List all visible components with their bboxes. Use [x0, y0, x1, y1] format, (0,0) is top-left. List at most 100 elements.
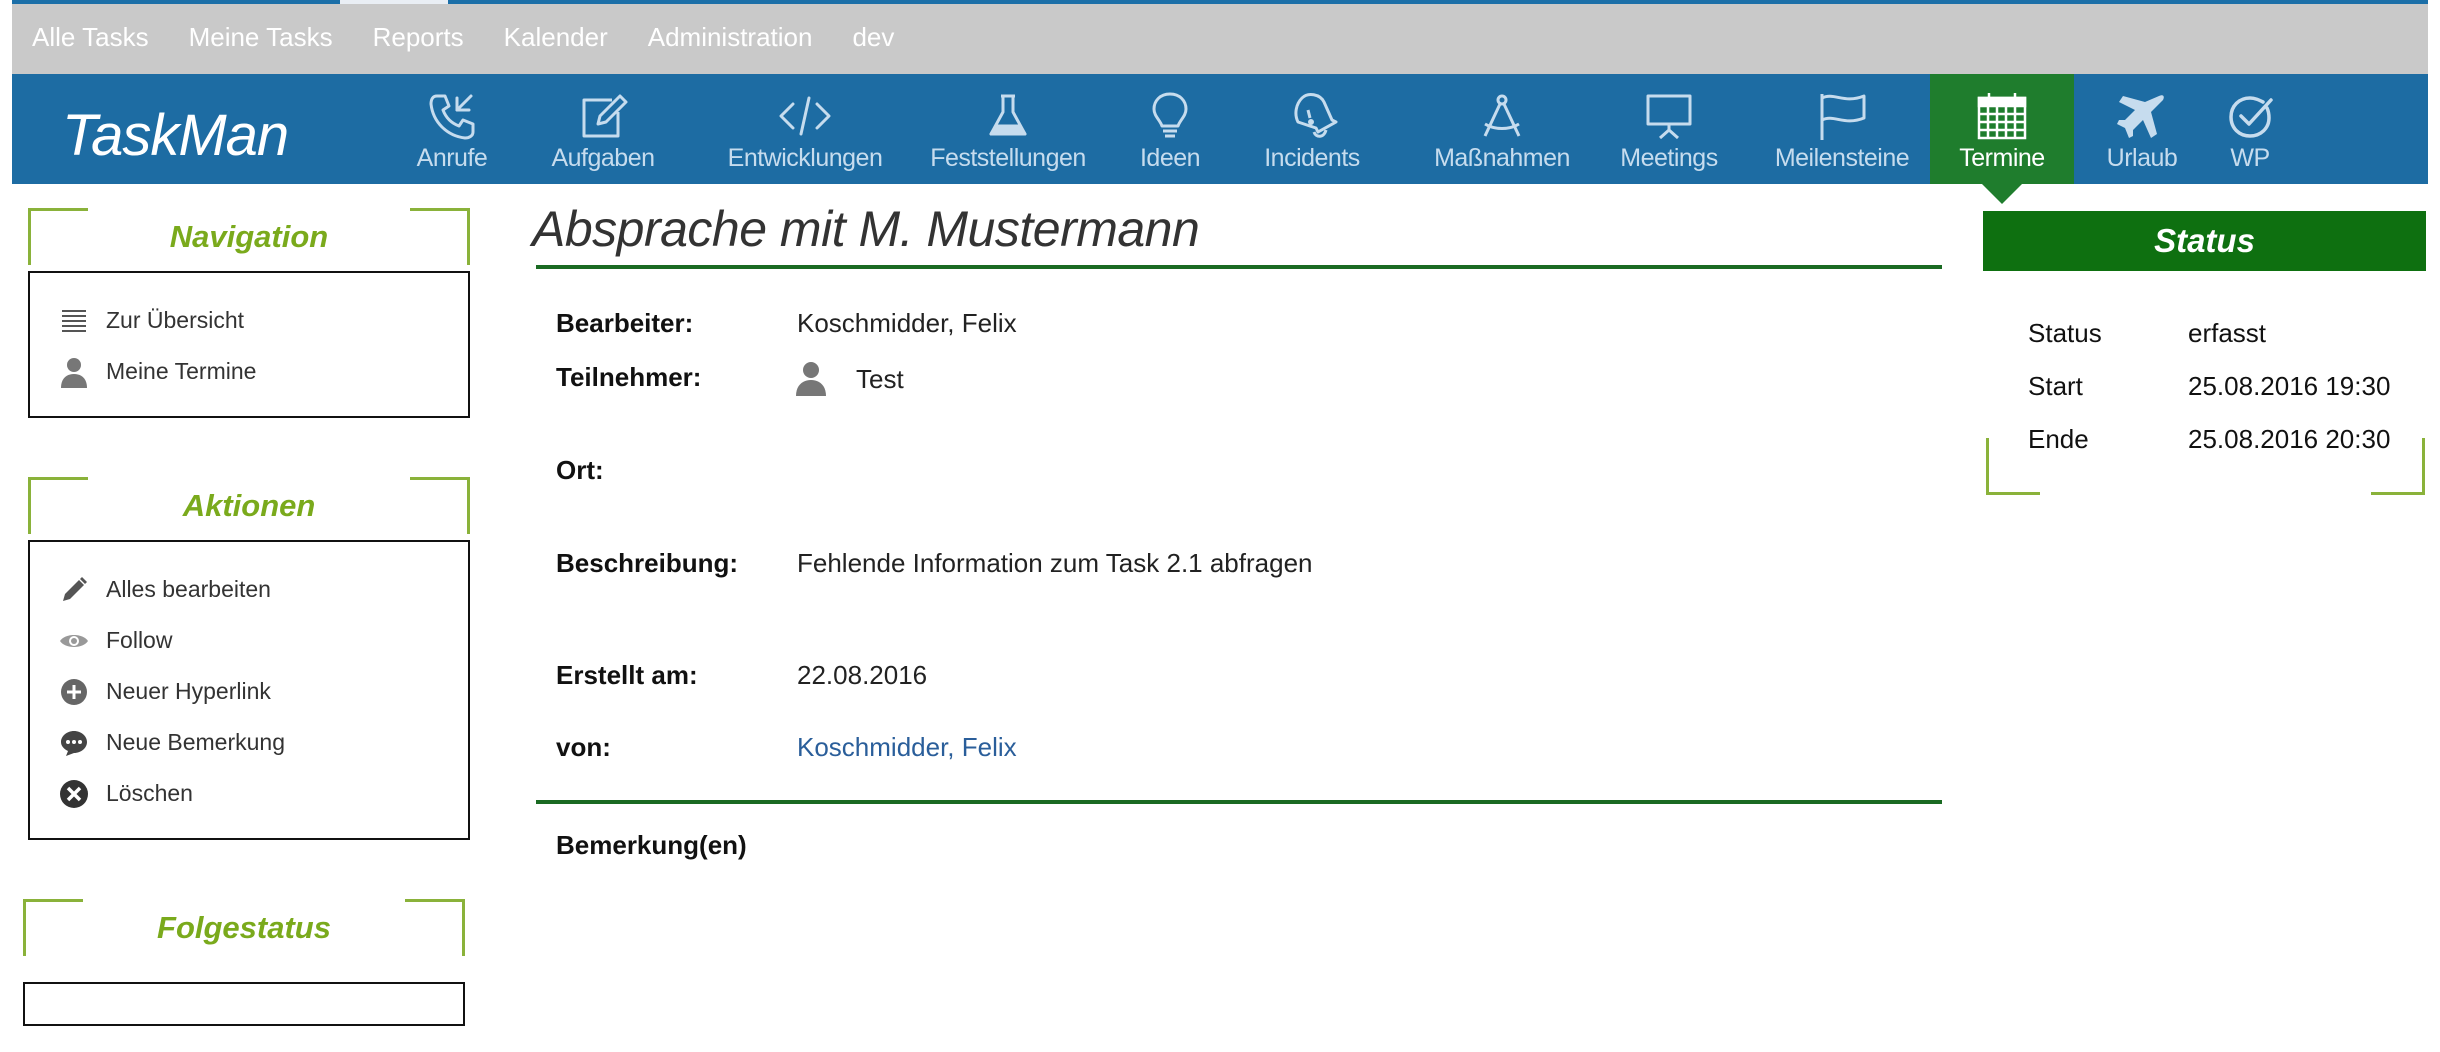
list-icon — [56, 303, 92, 339]
header-item-urlaub[interactable]: Urlaub — [2092, 74, 2192, 184]
header-label-anrufe: Anrufe — [416, 144, 488, 172]
actions-section-header: Aktionen — [28, 477, 470, 534]
label-ort: Ort: — [556, 455, 604, 485]
phone-icon — [425, 90, 479, 142]
top-accent-highlight — [340, 0, 448, 4]
navigation-title: Navigation — [169, 219, 329, 254]
bell-icon — [1284, 90, 1340, 142]
header-item-wp[interactable]: WP — [2210, 74, 2290, 184]
value-beschreibung: Fehlende Information zum Task 2.1 abfrag… — [797, 548, 1313, 578]
top-nav-dev[interactable]: dev — [852, 22, 894, 53]
followup-title: Folgestatus — [157, 910, 331, 945]
header-label-entwicklungen: Entwicklungen — [727, 144, 883, 172]
navigation-box: Zur Übersicht Meine Termine — [28, 271, 470, 418]
app-logo[interactable]: TaskMan — [62, 102, 289, 169]
value-erstellt-am: 22.08.2016 — [797, 660, 928, 690]
header-item-feststellungen[interactable]: Feststellungen — [918, 74, 1098, 184]
followup-section-header: Folgestatus — [23, 899, 465, 956]
calendar-icon — [1975, 90, 2029, 142]
header-label-urlaub: Urlaub — [2106, 144, 2178, 172]
header-item-meetings[interactable]: Meetings — [1604, 74, 1734, 184]
value-bearbeiter: Koschmidder, Felix — [797, 308, 1017, 338]
nav-label-meine-termine: Meine Termine — [106, 358, 257, 384]
header-item-massnahmen[interactable]: Maßnahmen — [1404, 74, 1600, 184]
header-item-anrufe[interactable]: Anrufe — [396, 74, 508, 184]
comment-icon — [56, 725, 92, 761]
label-von: von: — [556, 732, 611, 762]
status-label-ende: Ende — [2028, 424, 2089, 454]
value-teilnehmer[interactable]: Test — [856, 364, 904, 395]
top-menu-bar: Alle Tasks Meine Tasks Reports Kalender … — [12, 0, 2428, 74]
presentation-icon — [1642, 90, 1696, 142]
actions-title: Aktionen — [182, 488, 316, 523]
header-label-feststellungen: Feststellungen — [930, 144, 1086, 172]
top-nav-kalender[interactable]: Kalender — [504, 22, 608, 53]
nav-label-zur-uebersicht: Zur Übersicht — [106, 307, 245, 333]
code-icon — [775, 90, 835, 142]
header-item-termine[interactable]: Termine — [1930, 74, 2074, 204]
header-label-wp: WP — [2230, 144, 2270, 172]
header-item-incidents[interactable]: Incidents — [1244, 74, 1380, 184]
header-item-entwicklungen[interactable]: Entwicklungen — [700, 74, 910, 184]
nav-item-meine-termine[interactable]: Meine Termine — [30, 346, 468, 397]
title-divider — [536, 265, 1942, 269]
top-nav-administration[interactable]: Administration — [648, 22, 813, 53]
link-von-user[interactable]: Koschmidder, Felix — [797, 732, 1017, 763]
status-value-status: erfasst — [2188, 318, 2267, 348]
lightbulb-icon — [1143, 90, 1197, 142]
top-nav: Alle Tasks Meine Tasks Reports Kalender … — [32, 22, 934, 53]
plus-circle-icon — [56, 674, 92, 710]
participant-person-icon — [795, 360, 827, 396]
content-divider — [536, 800, 1942, 804]
action-follow[interactable]: Follow — [30, 615, 468, 666]
x-circle-icon — [56, 776, 92, 812]
header-label-meilensteine: Meilensteine — [1774, 144, 1910, 172]
action-label-follow: Follow — [106, 627, 173, 653]
pencil-icon — [56, 572, 92, 608]
status-value-ende: 25.08.2016 20:30 — [2188, 424, 2391, 454]
navigation-section-header: Navigation — [28, 208, 470, 265]
label-bemerkungen: Bemerkung(en) — [556, 830, 747, 860]
header-label-termine: Termine — [1959, 144, 2045, 172]
page-title: Absprache mit M. Mustermann — [532, 201, 1200, 257]
header-label-massnahmen: Maßnahmen — [1434, 144, 1570, 172]
person-icon — [56, 354, 92, 390]
compass-icon — [1475, 90, 1529, 142]
status-panel-title: Status — [1983, 211, 2426, 271]
action-label-neue-bemerkung: Neue Bemerkung — [106, 729, 285, 755]
action-neuer-hyperlink[interactable]: Neuer Hyperlink — [30, 666, 468, 717]
top-nav-alle-tasks[interactable]: Alle Tasks — [32, 22, 149, 53]
header-item-aufgaben[interactable]: Aufgaben — [528, 74, 678, 184]
header-label-ideen: Ideen — [1139, 144, 1201, 172]
action-label-alles-bearbeiten: Alles bearbeiten — [106, 576, 271, 602]
check-circle-icon — [2223, 90, 2277, 142]
label-teilnehmer: Teilnehmer: — [556, 362, 702, 392]
status-value-start: 25.08.2016 19:30 — [2188, 371, 2391, 401]
airplane-icon — [2115, 90, 2169, 142]
action-label-neuer-hyperlink: Neuer Hyperlink — [106, 678, 271, 704]
header-label-meetings: Meetings — [1620, 144, 1718, 172]
followup-box — [23, 982, 465, 1026]
action-loeschen[interactable]: Löschen — [30, 768, 468, 819]
nav-item-zur-uebersicht[interactable]: Zur Übersicht — [30, 295, 468, 346]
action-alles-bearbeiten[interactable]: Alles bearbeiten — [30, 564, 468, 615]
header-label-aufgaben: Aufgaben — [551, 144, 655, 172]
header-item-meilensteine[interactable]: Meilensteine — [1762, 74, 1922, 184]
actions-box: Alles bearbeiten Follow Neuer Hyperlink … — [28, 540, 470, 840]
top-nav-reports[interactable]: Reports — [373, 22, 464, 53]
app-header: TaskMan Anrufe Aufgaben Entwicklungen Fe… — [12, 74, 2428, 204]
header-item-ideen[interactable]: Ideen — [1120, 74, 1220, 184]
top-nav-meine-tasks[interactable]: Meine Tasks — [189, 22, 333, 53]
flask-icon — [981, 90, 1035, 142]
header-label-incidents: Incidents — [1264, 144, 1360, 172]
edit-icon — [576, 90, 630, 142]
action-label-loeschen: Löschen — [106, 780, 193, 806]
label-bearbeiter: Bearbeiter: — [556, 308, 694, 338]
status-label-start: Start — [2028, 371, 2083, 401]
eye-icon — [56, 623, 92, 659]
status-label-status: Status — [2028, 318, 2102, 348]
label-erstellt-am: Erstellt am: — [556, 660, 698, 690]
action-neue-bemerkung[interactable]: Neue Bemerkung — [30, 717, 468, 768]
flag-icon — [1814, 90, 1870, 142]
label-beschreibung: Beschreibung: — [556, 548, 739, 578]
